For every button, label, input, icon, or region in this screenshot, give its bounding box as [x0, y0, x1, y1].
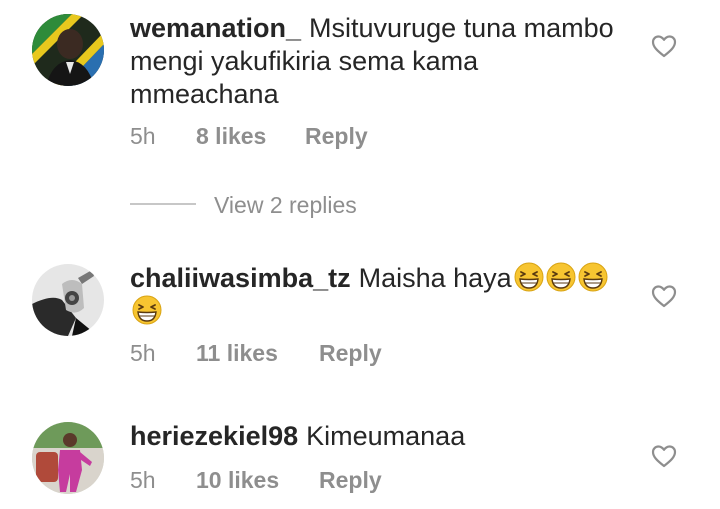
view-replies-label[interactable]: View 2 replies: [214, 190, 357, 220]
comment-text: heriezekiel98 Kimeumanaa: [130, 420, 630, 453]
comment-meta: 5h 10 likes Reply: [130, 465, 450, 495]
comment-timestamp: 5h: [130, 340, 156, 366]
avatar[interactable]: [32, 264, 104, 336]
comment-username[interactable]: heriezekiel98: [130, 421, 298, 451]
comment-username[interactable]: chaliiwasimba_tz: [130, 263, 351, 293]
comment-timestamp: 5h: [130, 467, 156, 493]
comment-item: heriezekiel98 Kimeumanaa 5h 10 likes Repl…: [0, 408, 720, 509]
grinning-squinting-face-emoji: [132, 295, 162, 325]
grinning-squinting-face-emoji: [578, 262, 608, 292]
comment-likes[interactable]: 11 likes: [196, 338, 278, 368]
comment-meta: 5h 11 likes Reply: [130, 338, 450, 368]
comment-meta: 5h 8 likes Reply: [130, 121, 430, 151]
comment-text: chaliiwasimba_tz Maisha haya: [130, 262, 630, 328]
comment-likes[interactable]: 10 likes: [196, 465, 279, 495]
grinning-squinting-face-emoji: [546, 262, 576, 292]
heart-outline-icon[interactable]: [651, 34, 677, 58]
grinning-squinting-face-emoji: [514, 262, 544, 292]
comment-likes[interactable]: 8 likes: [196, 121, 266, 151]
comment-body: Maisha haya: [358, 263, 512, 293]
comment-text: wemanation_ Msituvuruge tuna mambo mengi …: [130, 12, 630, 111]
avatar[interactable]: [32, 14, 104, 86]
avatar[interactable]: [32, 422, 104, 494]
reply-button[interactable]: Reply: [319, 338, 382, 368]
heart-outline-icon[interactable]: [651, 444, 677, 468]
heart-outline-icon[interactable]: [651, 284, 677, 308]
comment-body: Kimeumanaa: [306, 421, 466, 451]
comment-timestamp: 5h: [130, 123, 156, 149]
reply-button[interactable]: Reply: [319, 465, 382, 495]
comment-item: chaliiwasimba_tz Maisha haya 5h 11 likes …: [0, 250, 720, 380]
replies-divider-line: [130, 203, 196, 205]
comment-username[interactable]: wemanation_: [130, 13, 301, 43]
comment-item: wemanation_ Msituvuruge tuna mambo mengi …: [0, 0, 720, 180]
reply-button[interactable]: Reply: [305, 121, 368, 151]
